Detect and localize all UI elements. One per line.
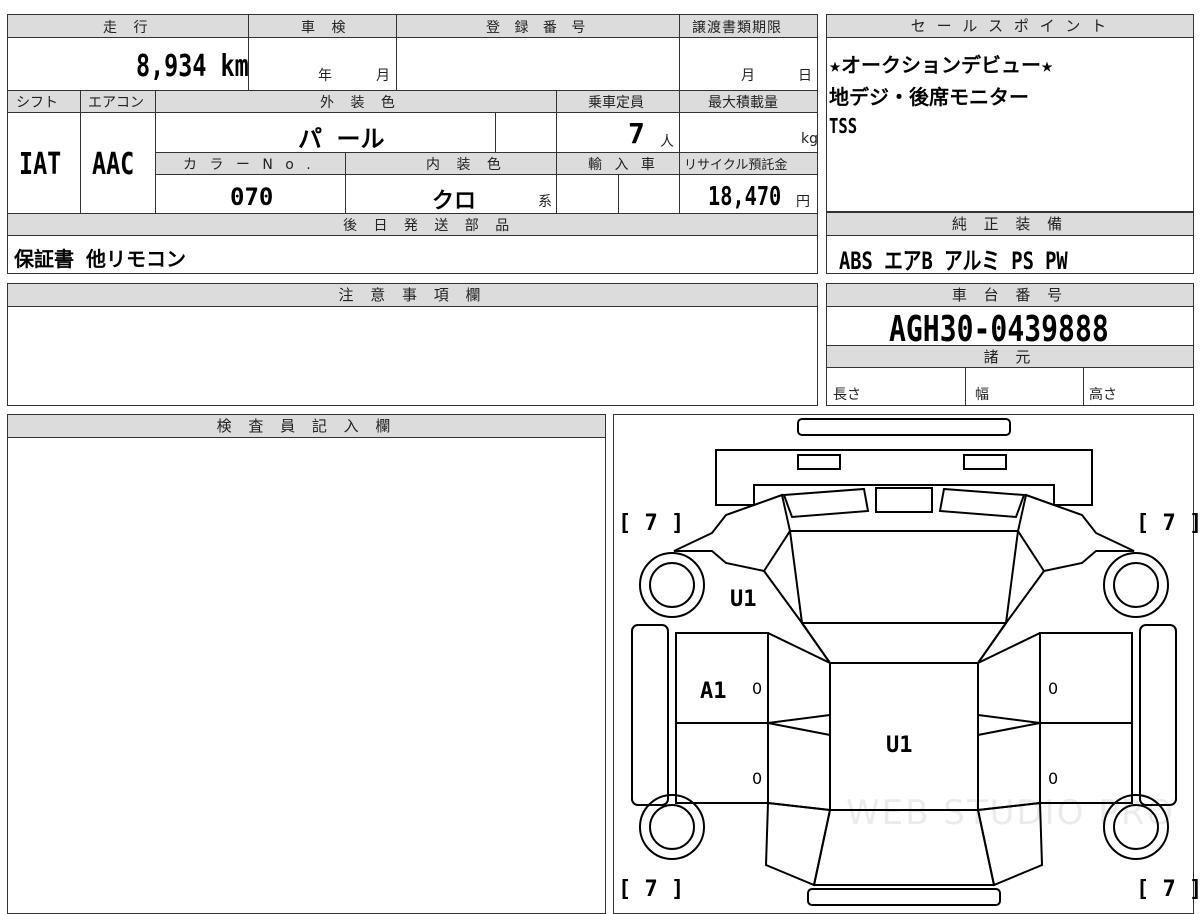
rear-left-door bbox=[675, 722, 769, 804]
length-label: 長さ bbox=[833, 387, 861, 403]
windshield bbox=[788, 530, 1020, 624]
divider bbox=[248, 15, 249, 90]
sales-point-line-2: 地デジ・後席モニター bbox=[829, 85, 1029, 109]
wheel-front-left-inner bbox=[649, 562, 695, 608]
left-door-glass bbox=[767, 632, 831, 812]
door-mark-rear-left: 0 bbox=[752, 769, 763, 788]
shift-label: シフト bbox=[16, 95, 58, 111]
shift-value: IAT bbox=[19, 147, 62, 182]
headlight-left bbox=[797, 454, 841, 470]
wheel-front-right-inner bbox=[1113, 562, 1159, 608]
recycle-label: リサイクル預託金 bbox=[684, 158, 788, 173]
divider bbox=[495, 113, 496, 152]
registration-label: 登 録 番 号 bbox=[486, 20, 591, 36]
rear-quarter-left bbox=[764, 801, 832, 887]
recycle-value: 18,470 bbox=[708, 182, 782, 212]
maxload-unit: kg bbox=[801, 131, 818, 147]
inspector-header: 検 査 員 記 入 欄 bbox=[8, 415, 605, 438]
door-mark-front-left: 0 bbox=[752, 679, 763, 698]
hood-panel bbox=[715, 449, 1093, 506]
front-grille bbox=[782, 487, 1026, 519]
capacity-value: 7 bbox=[628, 117, 645, 150]
divider bbox=[679, 90, 680, 213]
colorno-value: 070 bbox=[230, 183, 274, 211]
transfer-day: 日 bbox=[798, 68, 812, 84]
inspector-block: 検 査 員 記 入 欄 bbox=[7, 414, 606, 914]
import-label: 輸 入 車 bbox=[588, 157, 659, 173]
mileage-value: 8,934 km bbox=[136, 49, 249, 84]
tire-mark-rear-right: [ 7 ] bbox=[1136, 877, 1200, 902]
notes-block: 注 意 事 項 欄 bbox=[7, 283, 818, 406]
left-rocker bbox=[631, 624, 669, 806]
tire-mark-rear-left: [ 7 ] bbox=[618, 877, 685, 902]
width-label: 幅 bbox=[975, 387, 989, 403]
sales-points-header: セ ー ル ス ポ イ ン ト bbox=[827, 15, 1193, 38]
recycle-unit: 円 bbox=[796, 194, 810, 210]
equipment-value: ABS エアB アルミ PS PW bbox=[839, 247, 1068, 275]
notes-header: 注 意 事 項 欄 bbox=[8, 284, 817, 307]
rear-bumper bbox=[807, 888, 1001, 906]
wheel-rear-left-inner bbox=[649, 804, 695, 850]
roof-front-edge bbox=[801, 622, 1007, 664]
damage-mark-front-fender: U1 bbox=[730, 587, 757, 612]
equipment-block: 純 正 装 備 ABS エアB アルミ PS PW bbox=[826, 212, 1194, 275]
front-bumper bbox=[797, 418, 1011, 436]
right-door-glass bbox=[977, 632, 1041, 812]
front-left-door bbox=[675, 632, 769, 724]
sales-point-line-1: ★オークションデビュー★ bbox=[829, 53, 1054, 77]
colorno-label: カ ラ ー N o . bbox=[183, 157, 315, 173]
chassis-number: AGH30-0439888 bbox=[889, 309, 1109, 350]
front-right-door bbox=[1039, 632, 1133, 724]
equipment-header: 純 正 装 備 bbox=[827, 213, 1193, 236]
height-label: 高さ bbox=[1089, 387, 1117, 403]
right-rocker bbox=[1139, 624, 1177, 806]
chassis-block: 車 台 番 号 AGH30-0439888 諸 元 長さ 幅 高さ bbox=[826, 283, 1194, 406]
chassis-header: 車 台 番 号 bbox=[827, 284, 1193, 307]
divider bbox=[618, 175, 619, 213]
door-mark-front-right: 0 bbox=[1048, 679, 1059, 698]
mileage-label: 走 行 bbox=[103, 20, 154, 36]
exterior-value: パ ール bbox=[298, 125, 385, 153]
exterior-label: 外 装 色 bbox=[320, 95, 401, 111]
inspection-label: 車 検 bbox=[301, 20, 352, 36]
divider bbox=[1083, 368, 1084, 406]
sales-point-line-3: TSS bbox=[829, 114, 858, 138]
rear-right-door bbox=[1039, 722, 1133, 804]
divider bbox=[965, 368, 966, 406]
tire-mark-front-right: [ 7 ] bbox=[1136, 511, 1200, 536]
door-mark-rear-right: 0 bbox=[1048, 769, 1059, 788]
headlight-right bbox=[963, 454, 1007, 470]
interior-value: クロ bbox=[432, 189, 477, 214]
divider bbox=[679, 15, 680, 90]
capacity-unit: 人 bbox=[660, 134, 674, 150]
maxload-label: 最大積載量 bbox=[708, 95, 778, 111]
ac-label: エアコン bbox=[88, 95, 144, 111]
interior-label: 内 装 色 bbox=[426, 157, 507, 173]
transfer-month: 月 bbox=[741, 68, 755, 84]
watermark: WEB STUDIO PRO bbox=[846, 793, 1176, 833]
divider bbox=[396, 15, 397, 90]
later-parts-value: 保証書 他リモコン bbox=[14, 247, 187, 271]
later-parts-label: 後 日 発 送 部 品 bbox=[343, 218, 516, 234]
car-diagram bbox=[631, 418, 1177, 906]
transfer-label: 譲渡書類期限 bbox=[692, 20, 782, 36]
inspection-month: 月 bbox=[376, 68, 390, 84]
tire-mark-front-left: [ 7 ] bbox=[618, 511, 685, 536]
capacity-label: 乗車定員 bbox=[588, 95, 644, 111]
ac-value: AAC bbox=[92, 147, 135, 182]
sales-points-block: セ ー ル ス ポ イ ン ト ★オークションデビュー★ 地デジ・後席モニター … bbox=[826, 14, 1194, 212]
inspection-year: 年 bbox=[318, 68, 332, 84]
divider bbox=[556, 90, 557, 213]
divider bbox=[155, 90, 156, 213]
damage-mark-roof: U1 bbox=[886, 733, 913, 758]
damage-mark-front-door: A1 bbox=[700, 679, 727, 704]
car-diagram-block: [ 7 ] [ 7 ] [ 7 ] [ 7 ] U1 A1 U1 0 0 0 0… bbox=[613, 414, 1200, 914]
specs-header: 諸 元 bbox=[827, 345, 1193, 368]
vehicle-info-block: 走 行 車 検 登 録 番 号 譲渡書類期限 8,934 km 年 月 月 日 … bbox=[7, 14, 818, 274]
divider bbox=[345, 152, 346, 213]
interior-suffix: 系 bbox=[538, 194, 552, 210]
divider bbox=[80, 90, 81, 213]
